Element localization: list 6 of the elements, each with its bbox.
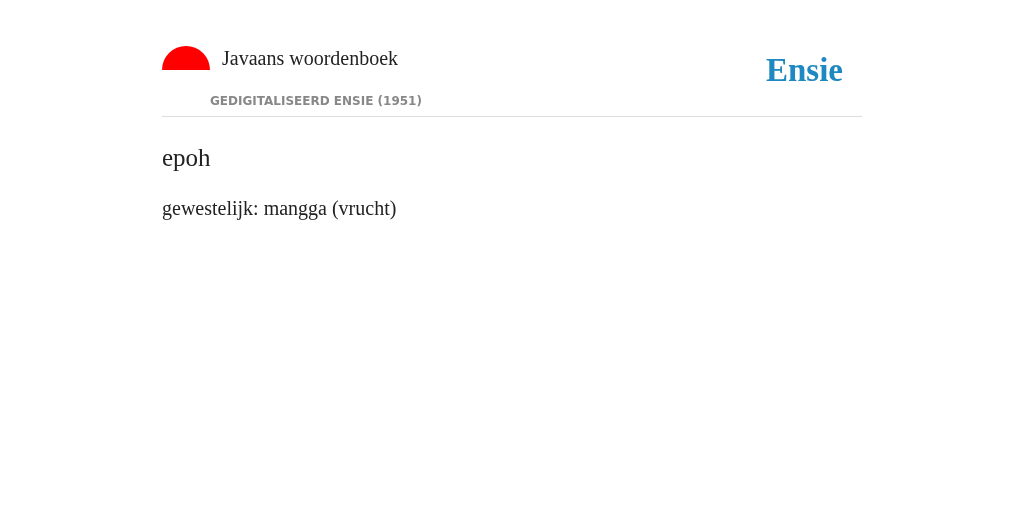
brand-logo[interactable]: Ensie	[765, 50, 843, 90]
dictionary-title: Javaans woordenboek	[222, 46, 400, 70]
flag-icon	[162, 46, 210, 70]
entry-definition: gewestelijk: mangga (vrucht)	[162, 195, 398, 222]
entry-word: epoh	[162, 143, 212, 173]
dictionary-subtitle: GEDIGITALISEERD ENSIE (1951)	[210, 93, 422, 110]
